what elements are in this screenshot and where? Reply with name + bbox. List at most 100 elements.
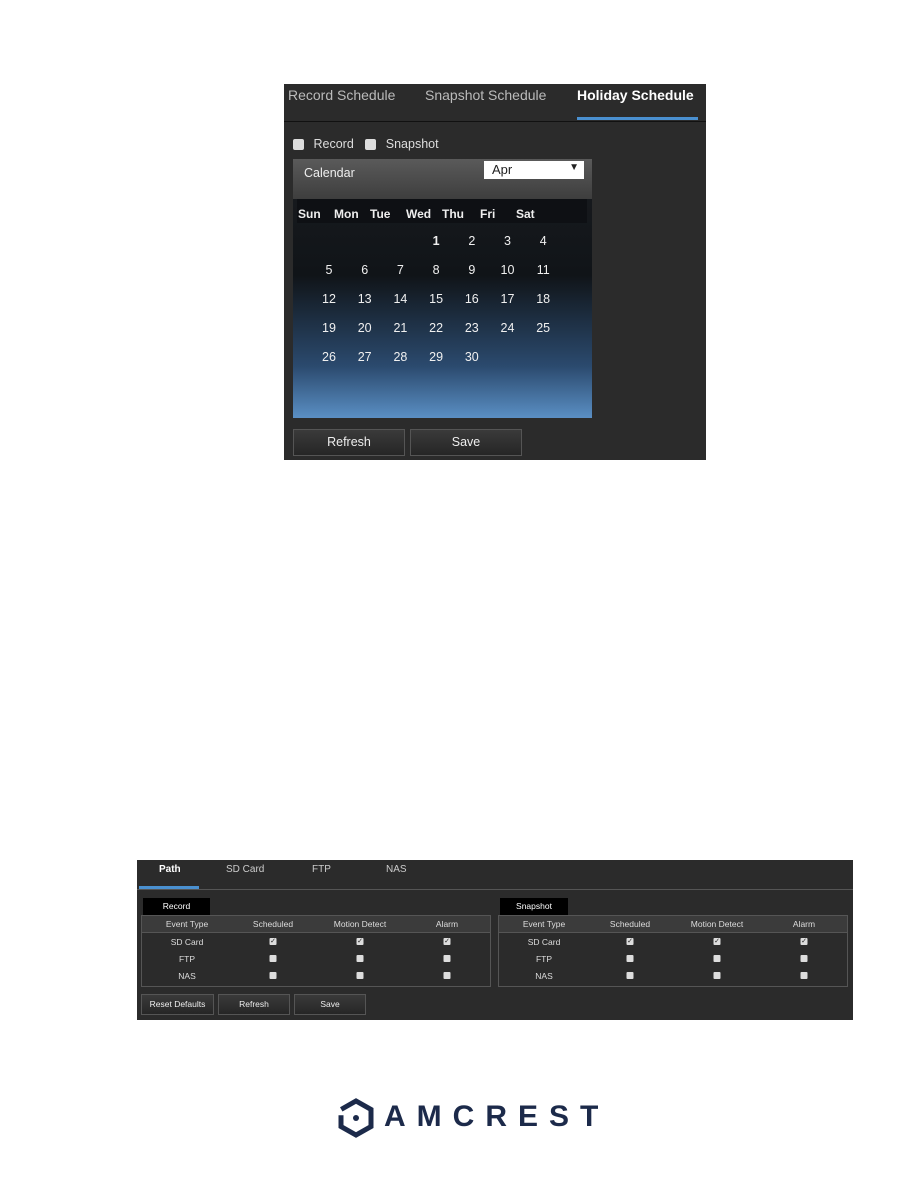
checkbox[interactable]: ✓ <box>443 938 451 945</box>
weekday-wed: Wed <box>406 207 432 221</box>
dropdown-arrow-icon: ▼ <box>569 162 579 173</box>
refresh-button[interactable]: Refresh <box>218 994 290 1015</box>
calendar-day[interactable]: 14 <box>388 292 412 306</box>
column-header: Scheduled <box>609 919 651 929</box>
calendar-day[interactable]: 13 <box>353 292 377 306</box>
calendar-day[interactable]: 19 <box>317 321 341 335</box>
calendar-day[interactable]: 17 <box>496 292 520 306</box>
event-type-cell: FTP <box>178 954 196 964</box>
calendar-day[interactable]: 30 <box>460 350 484 364</box>
checkbox[interactable]: ✓ <box>800 938 808 945</box>
weekday-tue: Tue <box>370 207 391 221</box>
divider <box>284 121 706 122</box>
calendar-day[interactable]: 12 <box>317 292 341 306</box>
column-header: Event Type <box>522 919 566 929</box>
record-checkbox[interactable] <box>293 139 304 151</box>
save-button[interactable]: Save <box>294 994 366 1015</box>
month-value: Apr <box>492 162 513 177</box>
amcrest-hexagon-icon <box>338 1098 374 1138</box>
checkbox[interactable] <box>443 972 451 979</box>
checkbox[interactable] <box>800 955 808 962</box>
calendar-day[interactable]: 27 <box>353 350 377 364</box>
calendar-day[interactable]: 16 <box>460 292 484 306</box>
calendar-day[interactable]: 8 <box>424 263 448 277</box>
event-type-cell: FTP <box>535 954 553 964</box>
calendar-header: Calendar Apr ▼ <box>293 159 592 199</box>
weekday-sun: Sun <box>298 207 321 221</box>
checkbox[interactable]: ✓ <box>269 938 277 945</box>
tab-sd-card[interactable]: SD Card <box>226 864 264 875</box>
tab-holiday-schedule[interactable]: Holiday Schedule <box>577 87 694 103</box>
checkbox[interactable] <box>269 955 277 962</box>
logo-wordmark: AMCREST <box>384 1100 610 1133</box>
weekday-thu: Thu <box>442 207 464 221</box>
checkbox[interactable] <box>626 955 634 962</box>
calendar-day[interactable]: 26 <box>317 350 341 364</box>
weekday-sat: Sat <box>516 207 535 221</box>
active-tab-indicator <box>577 117 698 120</box>
calendar-day[interactable]: 23 <box>460 321 484 335</box>
calendar-day[interactable]: 29 <box>424 350 448 364</box>
calendar-day[interactable]: 3 <box>496 234 520 248</box>
column-header: Alarm <box>792 919 816 929</box>
snapshot-section-label: Snapshot <box>500 898 568 915</box>
calendar-day[interactable]: 7 <box>388 263 412 277</box>
save-button[interactable]: Save <box>410 429 522 456</box>
refresh-button[interactable]: Refresh <box>293 429 405 456</box>
calendar-day[interactable]: 6 <box>353 263 377 277</box>
event-type-cell: SD Card <box>170 937 204 947</box>
checkbox[interactable] <box>626 972 634 979</box>
event-type-cell: SD Card <box>527 937 561 947</box>
checkbox[interactable] <box>269 972 277 979</box>
tab-ftp[interactable]: FTP <box>312 864 331 875</box>
calendar-day[interactable]: 1 <box>424 234 448 248</box>
tab-snapshot-schedule[interactable]: Snapshot Schedule <box>425 87 546 103</box>
calendar-day[interactable]: 4 <box>531 234 555 248</box>
checkbox[interactable] <box>713 955 721 962</box>
event-type-cell: NAS <box>535 971 553 981</box>
calendar-day[interactable]: 28 <box>388 350 412 364</box>
calendar-day[interactable]: 10 <box>496 263 520 277</box>
checkbox[interactable]: ✓ <box>626 938 634 945</box>
event-type-cell: NAS <box>178 971 196 981</box>
amcrest-logo: AMCREST <box>336 1098 598 1143</box>
column-header: Alarm <box>435 919 459 929</box>
snapshot-checkbox[interactable] <box>365 139 377 151</box>
calendar-day[interactable]: 18 <box>531 292 555 306</box>
tab-record-schedule[interactable]: Record Schedule <box>288 87 395 103</box>
month-select[interactable]: Apr ▼ <box>484 161 584 179</box>
weekday-fri: Fri <box>480 207 496 221</box>
column-header: Scheduled <box>252 919 294 929</box>
record-section-label: Record <box>143 898 210 915</box>
record-label: Record <box>313 137 354 151</box>
checkbox[interactable] <box>443 955 451 962</box>
snapshot-label: Snapshot <box>385 137 439 151</box>
calendar-day[interactable]: 25 <box>531 321 555 335</box>
calendar: Calendar Apr ▼ Sun Mon Tue Wed Thu Fri Sat 123… <box>293 159 592 418</box>
calendar-day[interactable]: 15 <box>424 292 448 306</box>
weekday-mon: Mon <box>334 207 359 221</box>
column-header: Event Type <box>165 919 209 929</box>
calendar-day[interactable]: 22 <box>424 321 448 335</box>
calendar-day[interactable]: 24 <box>496 321 520 335</box>
calendar-day[interactable]: 9 <box>460 263 484 277</box>
checkbox[interactable] <box>713 972 721 979</box>
reset-defaults-button[interactable]: Reset Defaults <box>141 994 214 1015</box>
checkbox[interactable] <box>356 972 364 979</box>
checkbox[interactable]: ✓ <box>356 938 364 945</box>
tab-nas[interactable]: NAS <box>386 864 407 875</box>
checkbox[interactable]: ✓ <box>713 938 721 945</box>
divider <box>137 889 853 890</box>
column-header: Motion Detect <box>333 919 387 929</box>
calendar-day[interactable]: 11 <box>531 263 555 277</box>
checkbox[interactable] <box>356 955 364 962</box>
calendar-day[interactable]: 5 <box>317 263 341 277</box>
calendar-day[interactable]: 20 <box>353 321 377 335</box>
tab-path[interactable]: Path <box>159 864 181 875</box>
calendar-label: Calendar <box>304 166 355 180</box>
calendar-day[interactable]: 2 <box>460 234 484 248</box>
holiday-schedule-panel: Record Schedule Snapshot Schedule Holida… <box>284 84 706 460</box>
calendar-day[interactable]: 21 <box>388 321 412 335</box>
column-header: Motion Detect <box>690 919 744 929</box>
checkbox[interactable] <box>800 972 808 979</box>
